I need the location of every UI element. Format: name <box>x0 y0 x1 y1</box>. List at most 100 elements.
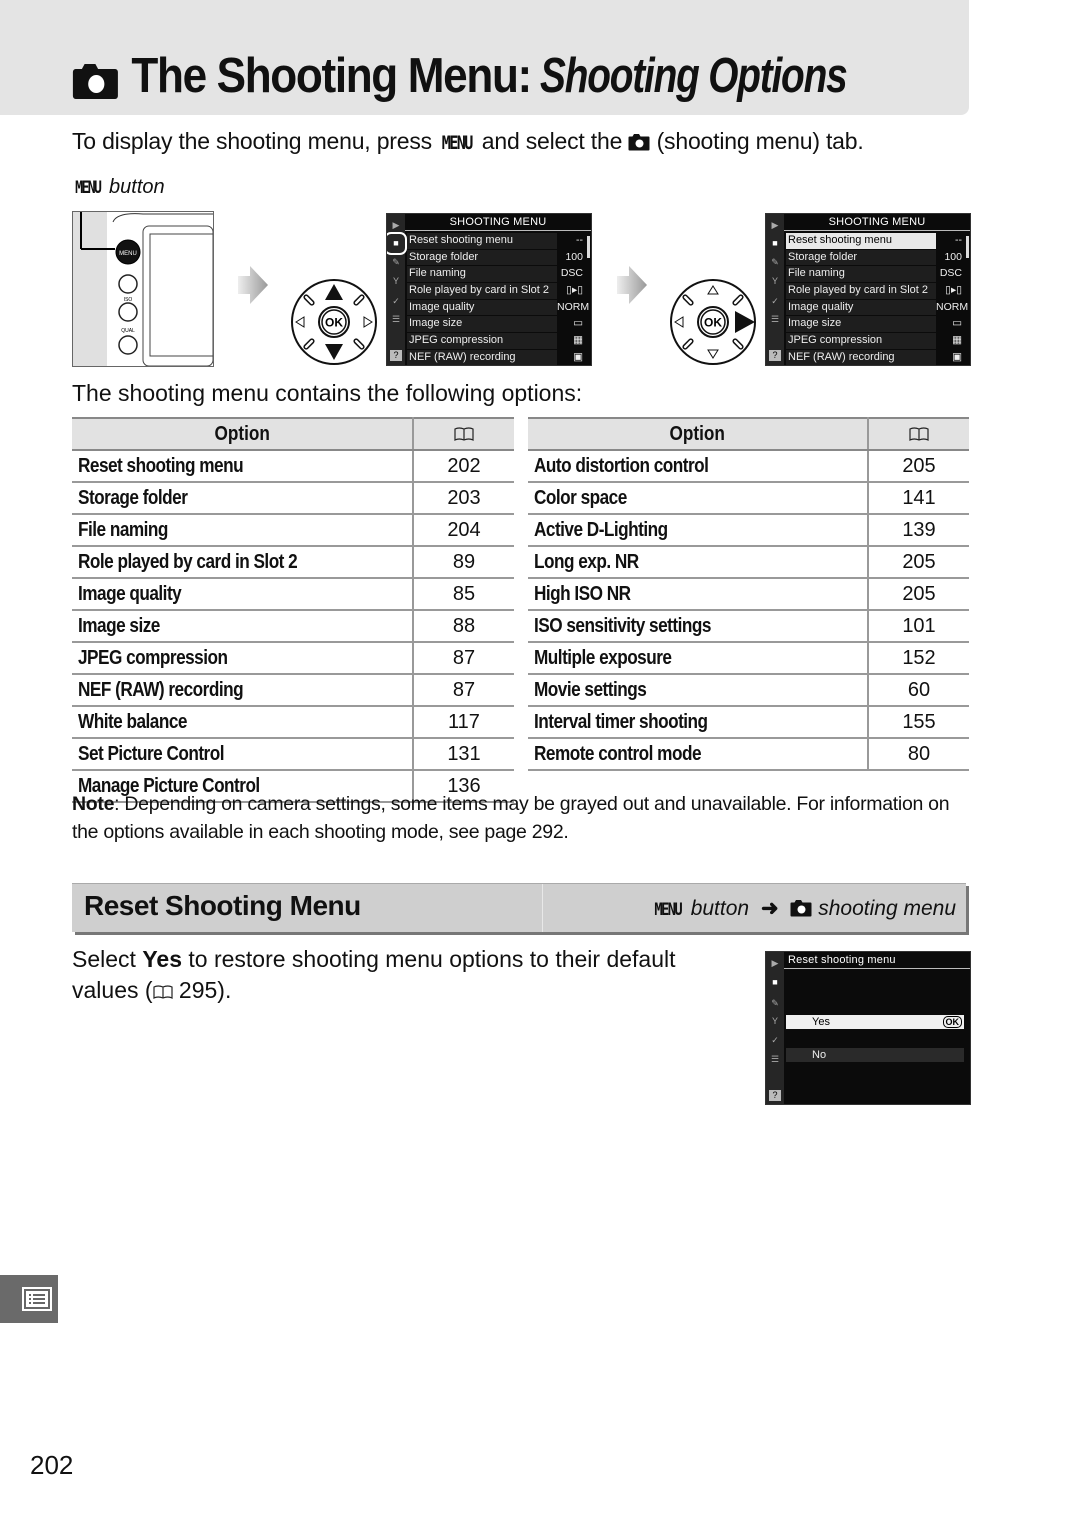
table-row: Color space 141 <box>528 482 969 515</box>
lcd-menu-item: Role played by card in Slot 2 ▯▸▯ <box>786 283 964 299</box>
lcd-menu-item: File naming DSC <box>407 266 585 282</box>
lcd-menu-item: Storage folder 100 <box>786 249 964 266</box>
lcd-menu-item: Image size ▭ <box>407 316 585 332</box>
ok-badge: OK <box>942 1016 962 1028</box>
lcd-item-label: File naming <box>786 266 936 282</box>
lcd-item-label: Storage folder <box>407 249 557 266</box>
note-label: Note <box>72 793 115 815</box>
menu-glyph: MENU <box>75 178 102 197</box>
lcd-item-value: ▣ <box>952 350 962 363</box>
intro-part1: To display the shooting menu, press <box>72 128 432 154</box>
section-header: Reset Shooting Menu MENU button ➜ shooti… <box>72 883 966 932</box>
lcd-menu-item: JPEG compression ▦ <box>407 333 585 349</box>
yes-option[interactable]: Yes OK <box>786 1015 964 1029</box>
lcd-item-value: ▭ <box>573 317 583 330</box>
header-option: Option <box>528 417 869 451</box>
lcd-item-value: -- <box>576 234 583 246</box>
section-divider <box>542 884 543 932</box>
page-ref: 80 <box>868 738 969 771</box>
multi-selector-up-down: OK <box>291 279 377 365</box>
table-row: File naming 204 <box>72 514 514 547</box>
lcd-item-label: Role played by card in Slot 2 <box>407 283 557 299</box>
table-row: High ISO NR 205 <box>528 578 969 611</box>
lcd-menu-item: Reset shooting menu -- <box>407 233 585 249</box>
book-icon <box>152 985 173 999</box>
svg-text:OK: OK <box>704 316 722 330</box>
lcd-menu-item: Role played by card in Slot 2 ▯▸▯ <box>407 283 585 299</box>
table-row: Set Picture Control 131 <box>72 738 514 771</box>
arrow-icon: ➜ <box>760 897 779 920</box>
option-name: Active D-Lighting <box>528 514 869 547</box>
lcd-item-label: NEF (RAW) recording <box>786 349 936 365</box>
page-title: The Shooting Menu: Shooting Options <box>72 44 888 108</box>
page-ref: 152 <box>868 642 969 675</box>
menu-button-caption: MENU button <box>72 176 165 199</box>
table-row: Image quality 85 <box>72 578 514 611</box>
camera-icon <box>72 56 119 99</box>
lcd-menu-item: NEF (RAW) recording ▣ <box>407 349 585 365</box>
lcd-item-value: NORM <box>557 300 590 313</box>
table-row: White balance 117 <box>72 706 514 739</box>
reset-description: Select Yes to restore shooting menu opti… <box>72 944 732 1006</box>
playback-icon: ▶ <box>771 220 779 230</box>
section-title: Reset Shooting Menu <box>84 890 361 921</box>
lcd-menu-item: Image size ▭ <box>786 316 964 332</box>
lcd-tab-column: ▶ ■ ✎ Y ✓ ☰ ? <box>766 952 784 1104</box>
page-ref: 60 <box>868 674 969 707</box>
yes-label: Yes <box>812 1016 830 1028</box>
menu-path: MENU button ➜ shooting menu <box>651 896 956 921</box>
lcd-item-label: Image size <box>786 316 936 332</box>
lcd-menu-item: NEF (RAW) recording ▣ <box>786 349 964 365</box>
option-name: Reset shooting menu <box>72 450 414 483</box>
lcd-item-value: DSC <box>560 267 583 280</box>
lcd-item-value: ▯▸▯ <box>566 284 583 297</box>
intro-part2: and select the <box>481 128 623 154</box>
camera-back-illustration: MENU ISO QUAL <box>72 211 214 367</box>
lcd-item-label: File naming <box>407 266 557 282</box>
header-page <box>868 417 969 451</box>
page-ref: 205 <box>868 450 969 483</box>
no-option[interactable]: No <box>786 1048 964 1062</box>
page-ref: 131 <box>413 738 514 771</box>
lcd-item-value: DSC <box>939 267 962 280</box>
note-body: : Depending on camera settings, some ite… <box>72 793 950 843</box>
option-name: Auto distortion control <box>528 450 869 483</box>
lcd-menu-list-2: Reset shooting menu -- Storage folder 100 Fi… <box>786 233 969 365</box>
lcd-item-value: -- <box>955 234 962 246</box>
lcd-item-label: JPEG compression <box>786 333 936 349</box>
table-row: Long exp. NR 205 <box>528 546 969 579</box>
option-name: Multiple exposure <box>528 642 869 675</box>
menu-glyph: MENU <box>654 900 683 920</box>
option-name: Image size <box>72 610 414 643</box>
arrow-right-icon <box>238 266 268 304</box>
page-ref: 204 <box>413 514 514 547</box>
lcd-shooting-menu-2: ▶ ■ ✎ Y ✓ ☰ ? SHOOTING MENU Reset shooti… <box>765 213 971 366</box>
lcd-item-label: NEF (RAW) recording <box>407 349 557 365</box>
my-menu-icon: ☰ <box>770 314 780 324</box>
pencil-icon: ✎ <box>392 257 400 267</box>
wrench-icon: Y <box>392 276 399 286</box>
page-ref: 88 <box>413 610 514 643</box>
page-ref: 85 <box>413 578 514 611</box>
page-ref: 87 <box>413 642 514 675</box>
table-row: Image size 88 <box>72 610 514 643</box>
lcd-item-value: NORM <box>936 300 969 313</box>
arrow-right-icon <box>617 266 647 304</box>
lcd-title: Reset shooting menu <box>784 952 970 969</box>
header-option: Option <box>72 417 414 451</box>
intro-part3: (shooting menu) tab. <box>656 128 864 154</box>
menu-glyph: MENU <box>441 132 474 154</box>
table-row: Storage folder 203 <box>72 482 514 515</box>
lcd-menu-item: Reset shooting menu -- <box>786 233 964 249</box>
options-table-left: Option Reset shooting menu 202 Storage fol… <box>72 417 514 803</box>
svg-text:MENU: MENU <box>119 251 137 257</box>
lcd-item-label: JPEG compression <box>407 333 557 349</box>
option-name: Storage folder <box>72 482 414 515</box>
lcd-item-label: Image quality <box>407 299 557 316</box>
table-header-row: Option <box>72 417 514 451</box>
page-ref: 205 <box>868 546 969 579</box>
table-row: Active D-Lighting 139 <box>528 514 969 547</box>
header-page <box>413 417 514 451</box>
lcd-menu-item: Image quality NORM <box>786 299 969 316</box>
table-row: Movie settings 60 <box>528 674 969 707</box>
